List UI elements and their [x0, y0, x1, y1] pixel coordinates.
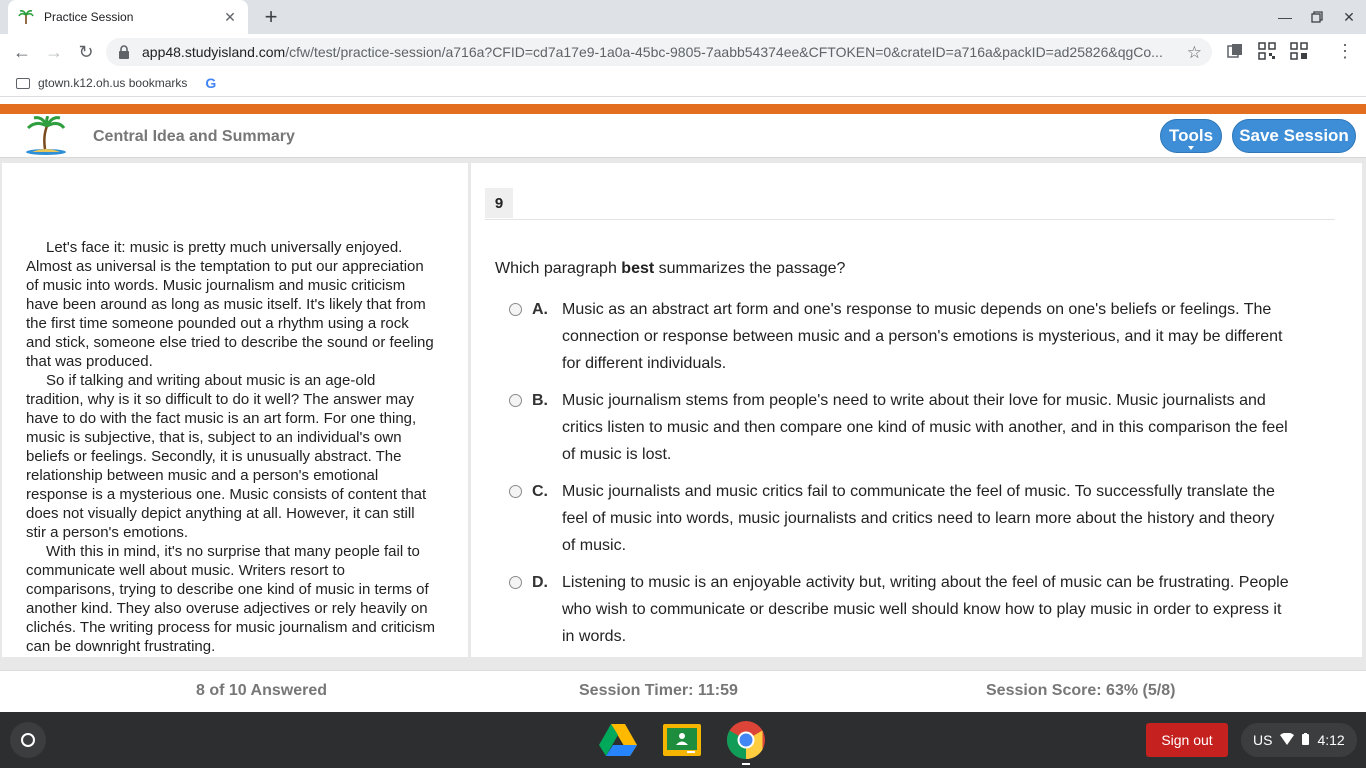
qr-code-icon[interactable] [1258, 42, 1276, 60]
browser-tab[interactable]: Practice Session ✕ [8, 0, 248, 34]
reload-icon[interactable]: ↻ [74, 40, 98, 64]
palm-tree-favicon-icon [18, 9, 34, 25]
app-header: Central Idea and Summary Tools Save Sess… [0, 114, 1366, 158]
page-title: Central Idea and Summary [93, 128, 295, 145]
option-letter: A. [532, 301, 548, 318]
passage-paragraph: With this in mind, it's no surprise that… [26, 543, 436, 655]
active-app-indicator [742, 763, 750, 765]
question-header: 9 [485, 188, 1335, 220]
url-host: app48.studyisland.com [142, 44, 286, 60]
option-letter: B. [532, 392, 548, 409]
back-icon[interactable]: ← [10, 40, 34, 64]
qr-scanner-icon[interactable] [1290, 42, 1308, 60]
answer-option-b[interactable]: B. Music journalism stems from people's … [509, 392, 1299, 468]
google-bookmark-icon[interactable]: G [205, 75, 216, 91]
status-tray[interactable]: US 4:12 [1241, 723, 1357, 757]
minimize-icon[interactable]: — [1274, 6, 1296, 28]
caret-down-icon [1188, 146, 1194, 150]
locale-indicator: US [1253, 732, 1273, 748]
clock: 4:12 [1317, 732, 1345, 748]
bookmark-star-icon[interactable]: ☆ [1187, 43, 1202, 63]
study-island-logo [24, 115, 68, 156]
launcher-button[interactable] [10, 722, 46, 758]
session-timer: Session Timer: 11:59 [579, 682, 738, 699]
sign-out-button[interactable]: Sign out [1146, 723, 1228, 757]
folder-icon [16, 77, 30, 89]
question-number: 9 [485, 188, 513, 218]
browser-menu-icon[interactable]: ⋮ [1336, 42, 1354, 60]
radio-button[interactable] [509, 303, 522, 316]
question-prompt: Which paragraph best summarizes the pass… [495, 260, 846, 277]
question-panel: 9 Which paragraph best summarizes the pa… [471, 163, 1362, 657]
answer-option-d[interactable]: D. Listening to music is an enjoyable ac… [509, 574, 1299, 650]
google-drive-icon[interactable] [598, 722, 638, 758]
session-score: Session Score: 63% (5/8) [986, 682, 1176, 699]
bookmarks-bar: gtown.k12.oh.us bookmarks G [0, 70, 1366, 97]
extension-icon[interactable] [1226, 42, 1244, 60]
answer-option-a[interactable]: A. Music as an abstract art form and one… [509, 301, 1299, 377]
tab-title: Practice Session [44, 10, 134, 24]
radio-button[interactable] [509, 394, 522, 407]
battery-icon [1302, 732, 1310, 748]
option-text: Music journalists and music critics fail… [562, 483, 1275, 554]
os-shelf: Sign out US 4:12 [0, 712, 1366, 768]
browser-tabstrip: Practice Session ✕ + — ✕ [0, 0, 1366, 34]
radio-button[interactable] [509, 485, 522, 498]
chrome-icon[interactable] [726, 721, 766, 760]
save-session-button[interactable]: Save Session [1232, 119, 1356, 153]
answered-count: 8 of 10 Answered [196, 682, 328, 699]
wifi-icon [1280, 732, 1295, 748]
passage-paragraph: Let's face it: music is pretty much univ… [26, 239, 434, 370]
tools-label: Tools [1168, 126, 1214, 145]
lock-icon [118, 45, 132, 59]
close-tab-icon[interactable]: ✕ [222, 9, 238, 26]
url-text: app48.studyisland.com/cfw/test/practice-… [142, 44, 1172, 60]
address-bar[interactable]: app48.studyisland.com/cfw/test/practice-… [106, 38, 1212, 66]
restore-icon[interactable] [1306, 6, 1328, 28]
option-text: Music journalism stems from people's nee… [562, 392, 1288, 463]
session-status-bar: 8 of 10 Answered Session Timer: 11:59 Se… [0, 670, 1366, 712]
option-text: Music as an abstract art form and one's … [562, 301, 1283, 372]
option-letter: D. [532, 574, 548, 591]
bookmark-folder[interactable]: gtown.k12.oh.us bookmarks [38, 76, 187, 90]
url-path: /cfw/test/practice-session/a716a?CFID=cd… [285, 44, 1163, 60]
option-letter: C. [532, 483, 548, 500]
launcher-icon [21, 733, 35, 747]
answer-option-c[interactable]: C. Music journalists and music critics f… [509, 483, 1299, 559]
new-tab-icon[interactable]: + [258, 4, 284, 30]
passage-paragraph: So if talking and writing about music is… [26, 372, 427, 541]
browser-toolbar: ← → ↻ app48.studyisland.com/cfw/test/pra… [0, 34, 1366, 70]
tools-button[interactable]: Tools [1160, 119, 1222, 153]
forward-icon[interactable]: → [42, 40, 66, 64]
reading-passage[interactable]: Let's face it: music is pretty much univ… [2, 163, 468, 657]
close-window-icon[interactable]: ✕ [1338, 6, 1360, 28]
radio-button[interactable] [509, 576, 522, 589]
option-text: Listening to music is an enjoyable activ… [562, 574, 1289, 645]
accent-bar [0, 104, 1366, 114]
google-classroom-icon[interactable] [662, 722, 702, 758]
